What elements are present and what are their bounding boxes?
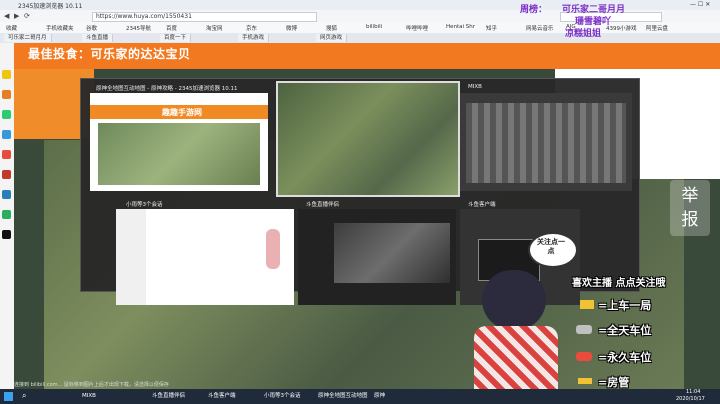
app-icon[interactable]: [2, 110, 11, 119]
site-name: 趣趣手游网: [162, 108, 202, 117]
back-icon[interactable]: ◀: [4, 12, 9, 20]
favorite-link[interactable]: 谷歌: [86, 24, 97, 32]
follow-bubble-text: 关注点一点: [537, 238, 565, 255]
favorite-link[interactable]: bilibili: [366, 24, 382, 30]
url-input[interactable]: https://www.huya.com/1550431: [92, 12, 317, 22]
favorite-link[interactable]: 淘宝网: [206, 24, 223, 32]
favorite-link[interactable]: 手机收藏夹: [46, 24, 74, 32]
window-thumbnail[interactable]: [298, 209, 456, 305]
favorite-link[interactable]: 知乎: [486, 24, 497, 32]
app-icon[interactable]: [2, 230, 11, 239]
app-icon[interactable]: [2, 170, 11, 179]
window-thumbnail[interactable]: [116, 209, 294, 305]
favorite-link[interactable]: 搜狐: [326, 24, 337, 32]
taskbar-item[interactable]: 斗鱼直播伴侣: [150, 391, 185, 402]
streamer-avatar: [462, 230, 720, 400]
favorite-link[interactable]: 微博: [286, 24, 297, 32]
favorite-link[interactable]: 京东: [246, 24, 257, 32]
promo-item: =永久车位: [598, 351, 652, 364]
search-icon[interactable]: ⌕: [22, 391, 26, 401]
window-title: 斗鱼直播伴侣: [306, 202, 340, 208]
car-icon: [576, 352, 592, 361]
rank-name: 凉糕姐姐: [565, 29, 602, 39]
forward-icon[interactable]: ▶: [14, 12, 19, 20]
favorite-link[interactable]: 收藏: [6, 24, 17, 32]
window-title: 原神全地图互动地图 - 原神攻略 - 2345加速浏览器 10.11: [96, 86, 238, 92]
window-title: 斗鱼客户端: [468, 202, 496, 208]
window-title: 2345加速浏览器 10.11: [18, 3, 83, 10]
start-icon[interactable]: [4, 392, 13, 401]
promo-item: =全天车位: [598, 324, 652, 337]
window-title: 小雨等3个会话: [126, 202, 163, 208]
taskbar-item[interactable]: MIXB: [80, 391, 96, 402]
sword-icon: [578, 378, 592, 384]
car-icon: [576, 325, 592, 334]
window-title: MIXB: [468, 84, 482, 90]
status-text: 连接到 bilibili.com... 鼠标移到图片上后才出现下载，请选择以便保…: [14, 382, 169, 388]
clock-time: 11:04: [686, 389, 701, 395]
stream-title: 最佳投食：可乐家的达达宝贝: [28, 47, 191, 61]
browser-tab[interactable]: 手机游戏: [238, 34, 270, 42]
browser-tab[interactable]: 网页游戏: [316, 34, 348, 42]
app-icon[interactable]: [2, 130, 11, 139]
window-thumbnail[interactable]: [276, 81, 460, 197]
favorite-link[interactable]: 阿里云盘: [646, 24, 668, 32]
app-icon[interactable]: [2, 150, 11, 159]
window-thumbnail[interactable]: [460, 93, 632, 191]
app-icon[interactable]: [2, 70, 11, 79]
report-label: 举报: [681, 186, 699, 230]
clock-date: 2020/10/17: [676, 396, 705, 402]
taskbar-item[interactable]: 小雨等3个会话: [262, 391, 301, 402]
refresh-icon[interactable]: ⟳: [24, 12, 30, 20]
app-icon[interactable]: [2, 190, 11, 199]
promo-title: 喜欢主播 点点关注哦: [572, 278, 666, 289]
promo-item: =房管: [598, 376, 630, 389]
favorite-link[interactable]: 网易云音乐: [526, 24, 554, 32]
browser-tab[interactable]: 百度一下: [160, 34, 192, 42]
rank-label: 周榜：: [520, 5, 548, 15]
app-icon[interactable]: [2, 90, 11, 99]
favorite-link[interactable]: 百度: [166, 24, 177, 32]
window-thumbnail[interactable]: 趣趣手游网: [90, 93, 268, 191]
taskbar-item[interactable]: 斗鱼客户端: [206, 391, 236, 402]
taskbar-item[interactable]: 原神: [372, 391, 385, 402]
favorite-link[interactable]: 2345导航: [126, 24, 151, 32]
app-icon[interactable]: [2, 210, 11, 219]
browser-tab[interactable]: 可乐家二哥月月: [4, 34, 52, 42]
window-controls[interactable]: — ☐ ✕: [690, 1, 710, 8]
browser-tab[interactable]: 斗鱼直播: [82, 34, 114, 42]
favorite-link[interactable]: Hentai Shr: [446, 24, 475, 30]
favorite-link[interactable]: 哔哩哔哩: [406, 24, 428, 32]
promo-item: =上车一局: [598, 299, 652, 312]
taskbar-item[interactable]: 原神全地图互动地图: [316, 391, 368, 402]
ticket-icon: [580, 300, 594, 309]
